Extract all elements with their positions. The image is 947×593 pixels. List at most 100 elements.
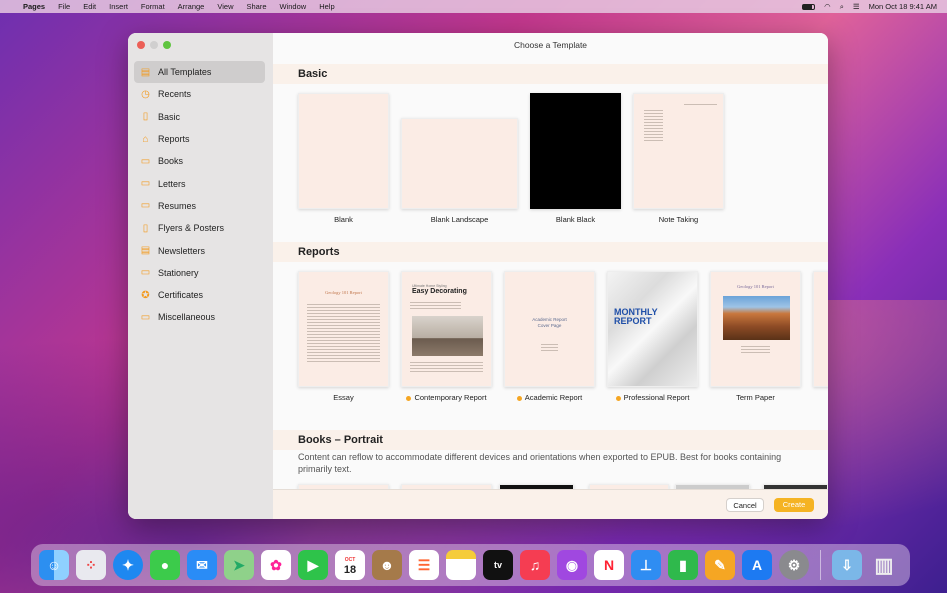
window-controls bbox=[137, 41, 171, 49]
template-academic-report[interactable]: Academic Report Cover Page Academic Repo… bbox=[504, 271, 595, 403]
thumb-title: Geology 101 Report bbox=[325, 290, 362, 295]
sidebar-item-recents[interactable]: ◷ Recents bbox=[134, 83, 265, 105]
template-browser: Choose a Template Basic Blank Blank Land… bbox=[273, 33, 828, 519]
sidebar: ▤ All Templates ◷ Recents ▯ Basic ⌂ Reports ▭ Boo… bbox=[128, 33, 273, 519]
sidebar-item-books[interactable]: ▭ Books bbox=[134, 150, 265, 172]
clock-datetime[interactable]: Mon Oct 18 9:41 AM bbox=[869, 2, 937, 11]
sidebar-item-miscellaneous[interactable]: ▭ Miscellaneous bbox=[134, 306, 265, 328]
template-thumbnail: Geology 101 Report bbox=[298, 271, 389, 387]
trash-icon[interactable]: ▥ bbox=[869, 550, 899, 580]
create-button[interactable]: Create bbox=[774, 498, 814, 512]
sidebar-item-stationery[interactable]: ▭ Stationery bbox=[134, 262, 265, 284]
newsletter-icon: ▤ bbox=[140, 245, 151, 257]
new-badge-dot bbox=[615, 395, 621, 401]
photos-icon[interactable]: ✿ bbox=[261, 550, 291, 580]
music-icon[interactable]: ♫ bbox=[520, 550, 550, 580]
downloads-icon[interactable]: ⇩ bbox=[832, 550, 862, 580]
pages-icon[interactable]: ✎ bbox=[705, 550, 735, 580]
reminders-icon[interactable]: ☰ bbox=[409, 550, 439, 580]
book-icon: ▭ bbox=[140, 155, 151, 167]
cancel-button[interactable]: Cancel bbox=[726, 498, 764, 512]
control-center-icon[interactable]: ☰ bbox=[853, 2, 860, 11]
sidebar-item-resumes[interactable]: ▭ Resumes bbox=[134, 195, 265, 217]
template-blank-landscape[interactable]: Blank Landscape bbox=[401, 93, 518, 225]
sidebar-item-newsletters[interactable]: ▤ Newsletters bbox=[134, 239, 265, 261]
contacts-icon[interactable]: ☻ bbox=[372, 550, 402, 580]
notes-icon[interactable] bbox=[446, 550, 476, 580]
template-blank-black[interactable]: Blank Black bbox=[530, 93, 621, 225]
template-partial-thumbnail[interactable] bbox=[813, 271, 828, 387]
messages-icon[interactable]: ● bbox=[150, 550, 180, 580]
sidebar-item-label: Resumes bbox=[158, 200, 197, 211]
template-label: Term Paper bbox=[736, 393, 775, 402]
safari-icon[interactable]: ✦ bbox=[113, 550, 143, 580]
sidebar-item-label: Reports bbox=[158, 134, 190, 145]
menu-arrange[interactable]: Arrange bbox=[178, 2, 205, 11]
template-term-paper[interactable]: Geology 101 Report Term Paper bbox=[710, 271, 801, 403]
tv-icon[interactable]: tv bbox=[483, 550, 513, 580]
app-store-icon[interactable]: A bbox=[742, 550, 772, 580]
mail-icon[interactable]: ✉ bbox=[187, 550, 217, 580]
section-books-description: Content can reflow to accommodate differ… bbox=[298, 452, 782, 474]
menu-share[interactable]: Share bbox=[246, 2, 266, 11]
news-icon[interactable]: N bbox=[594, 550, 624, 580]
menu-edit[interactable]: Edit bbox=[83, 2, 96, 11]
sidebar-item-basic[interactable]: ▯ Basic bbox=[134, 106, 265, 128]
sidebar-item-label: Basic bbox=[158, 111, 181, 122]
template-thumbnail bbox=[530, 93, 621, 209]
sidebar-item-letters[interactable]: ▭ Letters bbox=[134, 172, 265, 194]
dock-separator bbox=[820, 550, 821, 580]
thumb-title: Academic Report Cover Page bbox=[532, 317, 567, 328]
keynote-icon[interactable]: ⊥ bbox=[631, 550, 661, 580]
facetime-icon[interactable]: ▶ bbox=[298, 550, 328, 580]
zoom-button[interactable] bbox=[163, 41, 171, 49]
wifi-icon[interactable]: ◠ bbox=[824, 2, 831, 11]
template-essay[interactable]: Geology 101 Report Essay bbox=[298, 271, 389, 403]
maps-icon[interactable]: ➤ bbox=[224, 550, 254, 580]
finder-icon[interactable]: ☺ bbox=[39, 550, 69, 580]
menu-format[interactable]: Format bbox=[141, 2, 165, 11]
template-contemporary-report[interactable]: Ultimate Home Styling Easy Decorating Co… bbox=[401, 271, 492, 403]
template-label: Blank Landscape bbox=[430, 215, 489, 224]
launchpad-icon[interactable]: ⁘ bbox=[76, 550, 106, 580]
template-professional-report[interactable]: MONTHLY REPORT Professional Report bbox=[607, 271, 698, 403]
sidebar-item-certificates[interactable]: ✪ Certificates bbox=[134, 284, 265, 306]
template-label: Blank Black bbox=[555, 215, 596, 224]
sidebar-list: ▤ All Templates ◷ Recents ▯ Basic ⌂ Reports ▭ Boo… bbox=[134, 61, 265, 329]
template-label: Blank bbox=[334, 215, 353, 224]
box-icon: ▭ bbox=[140, 311, 151, 323]
menu-bar: Pages File Edit Insert Format Arrange Vi… bbox=[0, 0, 947, 13]
template-blank[interactable]: Blank bbox=[298, 93, 389, 225]
spotlight-icon[interactable]: ⌕ bbox=[840, 2, 844, 12]
dock: ☺ ⁘ ✦ ● ✉ ➤ ✿ ▶ OCT 18 ☻ ☰ tv ♫ ◉ N ⊥ ▮ ✎… bbox=[31, 544, 910, 586]
thumb-title: Easy Decorating bbox=[412, 288, 467, 295]
app-menu[interactable]: Pages bbox=[23, 2, 45, 11]
menu-insert[interactable]: Insert bbox=[109, 2, 128, 11]
calendar-icon[interactable]: OCT 18 bbox=[335, 550, 365, 580]
numbers-icon[interactable]: ▮ bbox=[668, 550, 698, 580]
close-button[interactable] bbox=[137, 41, 145, 49]
menu-help[interactable]: Help bbox=[319, 2, 334, 11]
sidebar-item-flyers-posters[interactable]: ▯ Flyers & Posters bbox=[134, 217, 265, 239]
menu-view[interactable]: View bbox=[217, 2, 233, 11]
new-badge-dot bbox=[516, 395, 522, 401]
certificate-icon: ✪ bbox=[141, 289, 150, 301]
template-note-taking[interactable]: Note Taking bbox=[633, 93, 724, 225]
minimize-button[interactable] bbox=[150, 41, 158, 49]
section-books-header: Books – Portrait bbox=[273, 430, 828, 450]
sidebar-item-all-templates[interactable]: ▤ All Templates bbox=[134, 61, 265, 84]
sidebar-item-label: All Templates bbox=[158, 67, 212, 78]
thumb-kicker: Ultimate Home Styling bbox=[412, 284, 447, 288]
section-reports-header: Reports bbox=[273, 242, 828, 262]
battery-icon[interactable] bbox=[802, 3, 816, 10]
menu-file[interactable]: File bbox=[58, 2, 70, 11]
sidebar-item-label: Certificates bbox=[158, 290, 204, 301]
sidebar-item-reports[interactable]: ⌂ Reports bbox=[134, 128, 265, 150]
menu-window[interactable]: Window bbox=[280, 2, 307, 11]
sidebar-item-label: Letters bbox=[158, 178, 186, 189]
system-preferences-icon[interactable]: ⚙ bbox=[779, 550, 809, 580]
room-photo bbox=[412, 316, 483, 356]
thumb-title: MONTHLY REPORT bbox=[614, 307, 658, 326]
podcasts-icon[interactable]: ◉ bbox=[557, 550, 587, 580]
clock-icon: ◷ bbox=[141, 88, 150, 100]
